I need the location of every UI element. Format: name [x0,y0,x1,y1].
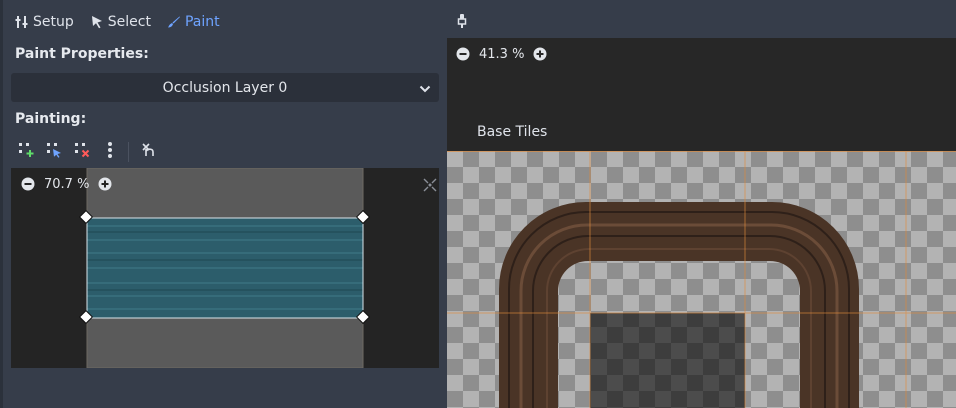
tile-polygon-editor[interactable]: 70.7 % [11,168,439,368]
tab-select-label: Select [107,14,151,30]
add-polygon-icon [18,142,34,162]
tab-select[interactable]: Select [90,14,151,30]
atlas-zoom-in-button[interactable] [532,46,548,62]
tab-setup-label: Setup [33,14,74,30]
delete-polygon-icon [74,142,90,162]
panel-edge [0,0,3,408]
atlas-canvas[interactable] [447,151,956,408]
more-options-button[interactable] [96,139,124,165]
more-options-icon [107,141,113,163]
zoom-in-button[interactable] [97,176,113,192]
edit-polygon-button[interactable] [40,139,68,165]
delete-polygon-button[interactable] [68,139,96,165]
center-view-icon [423,177,437,196]
clear-polygon-button[interactable] [135,139,163,165]
picker-tool-icon [457,14,467,33]
zoom-out-button[interactable] [20,176,36,192]
add-polygon-button[interactable] [12,139,40,165]
toolbar-separator [128,142,129,162]
select-cursor-icon [90,15,104,29]
clear-polygon-icon [141,142,157,162]
center-view-button[interactable] [423,177,437,196]
setup-icon [15,15,29,29]
paint-properties-label: Paint Properties: [15,46,149,62]
tab-setup[interactable]: Setup [15,14,74,30]
tile-zoom-control: 70.7 % [20,176,113,192]
atlas-zoom-control: 41.3 % [455,46,548,62]
tile-zoom-value: 70.7 % [44,176,90,192]
mode-tabbar: Setup Select Paint [15,10,220,34]
paint-property-dropdown[interactable]: Occlusion Layer 0 [11,73,439,102]
atlas-header-area: 41.3 % Base Tiles [447,38,956,151]
dropdown-selected-value: Occlusion Layer 0 [162,79,288,96]
tab-paint[interactable]: Paint [167,14,220,30]
tile-atlas-panel: 41.3 % Base Tiles [447,0,956,408]
atlas-source-label: Base Tiles [477,124,548,140]
painting-toolbar [12,139,163,165]
tile-canvas[interactable] [11,168,439,368]
plus-icon [98,177,112,191]
atlas-zoom-value: 41.3 % [479,46,525,62]
tileset-editor-panel: Setup Select Paint Paint Properties: Occ… [0,0,447,408]
tile-atlas-view[interactable] [447,151,956,408]
edit-polygon-icon [46,142,62,162]
tab-paint-label: Paint [184,14,220,30]
paint-brush-icon [167,15,181,29]
minus-icon [21,177,35,191]
minus-icon [456,47,470,61]
chevron-down-icon [419,82,431,98]
atlas-zoom-out-button[interactable] [455,46,471,62]
atlas-toolbar-button[interactable] [457,13,467,33]
plus-icon [533,47,547,61]
painting-label: Painting: [15,111,87,127]
